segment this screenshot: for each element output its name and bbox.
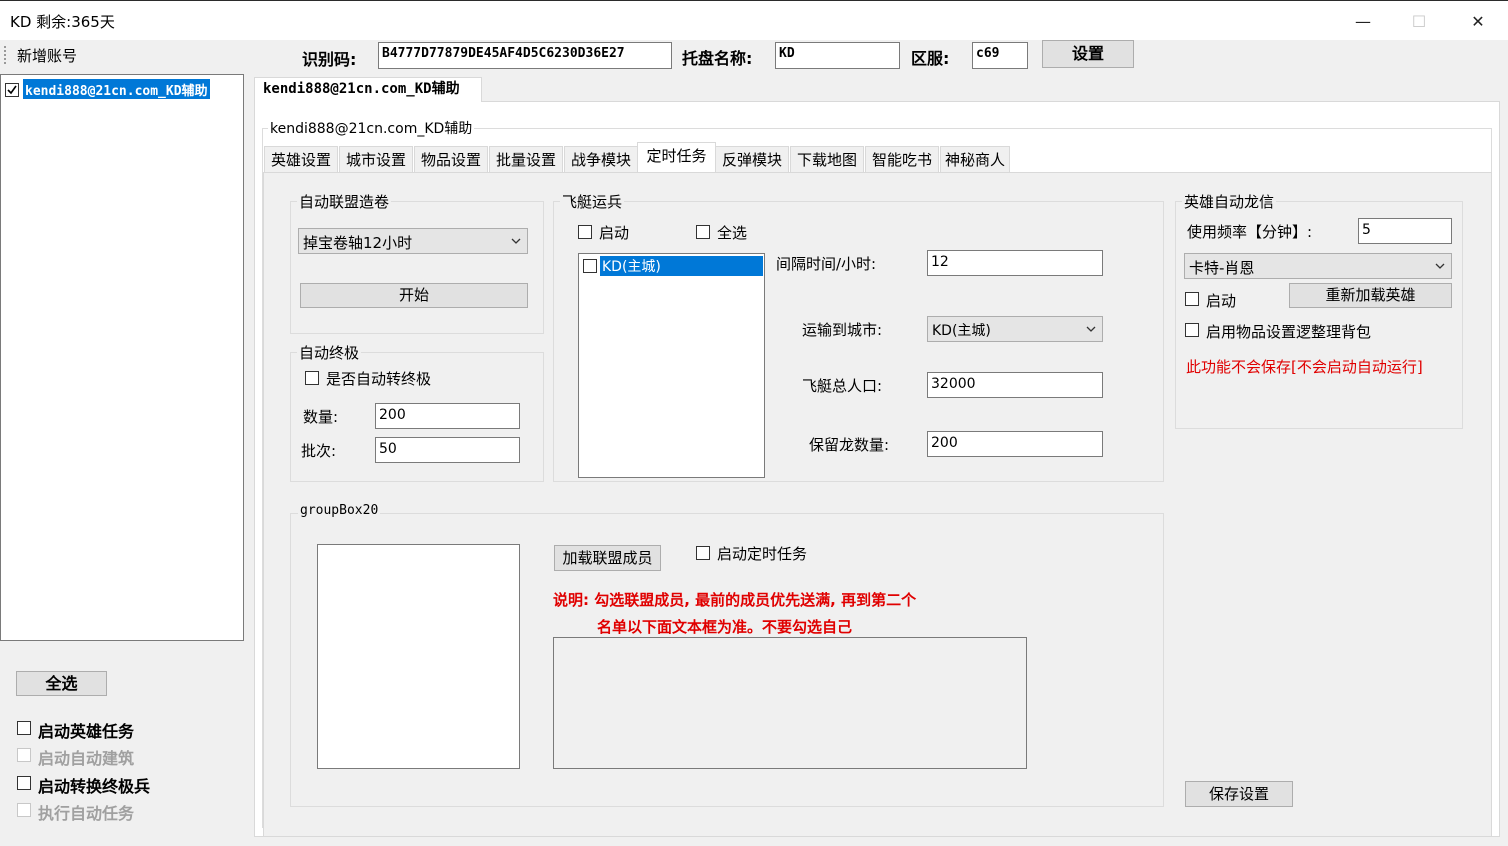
member-note-line1: 说明: 勾选联盟成员, 最前的成员优先送满, 再到第二个 — [553, 591, 917, 609]
auto-task-checkbox[interactable] — [17, 803, 31, 817]
account-tab[interactable]: kendi888@21cn.com_KD辅助 — [254, 77, 482, 102]
batch-input[interactable]: 50 — [375, 437, 520, 463]
alliance-scroll-group — [290, 201, 544, 334]
hero-dragon-start-label: 启动 — [1206, 292, 1237, 310]
quantity-label: 数量: — [303, 408, 339, 426]
hero-dragon-title: 英雄自动龙信 — [1182, 191, 1277, 212]
account-checkbox[interactable] — [5, 83, 19, 97]
airship-city-list[interactable]: KD(主城) — [578, 253, 765, 478]
hero-dragon-warning: 此功能不会保存[不会启动自动运行] — [1186, 358, 1423, 376]
account-list[interactable]: kendi888@21cn.com_KD辅助 — [0, 74, 244, 641]
population-input[interactable]: 32000 — [927, 372, 1103, 398]
hero-dropdown[interactable]: 卡特-肖恩 — [1184, 253, 1452, 279]
quantity-input[interactable]: 200 — [375, 403, 520, 429]
save-settings-button[interactable]: 保存设置 — [1185, 781, 1293, 807]
reserve-label: 保留龙数量: — [809, 436, 890, 454]
add-account-menu[interactable]: 新增账号 — [17, 45, 77, 66]
batch-label: 批次: — [301, 442, 337, 460]
group-box-20-title: groupBox20 — [298, 503, 381, 518]
tab-war-module[interactable]: 战争模块 — [564, 146, 638, 172]
start-timer-label: 启动定时任务 — [717, 545, 808, 563]
auto-convert-label: 是否自动转终极 — [326, 370, 432, 388]
tab-rebound-module[interactable]: 反弹模块 — [715, 146, 789, 172]
account-item-label[interactable]: kendi888@21cn.com_KD辅助 — [23, 79, 210, 99]
toolbar-grip — [4, 46, 6, 64]
airship-select-all-label: 全选 — [717, 224, 748, 242]
tab-mystery-merchant[interactable]: 神秘商人 — [940, 146, 1010, 172]
airship-start-checkbox[interactable] — [578, 225, 592, 239]
frequency-label: 使用频率【分钟】: — [1187, 223, 1313, 241]
tab-batch-settings[interactable]: 批量设置 — [489, 146, 563, 172]
chevron-down-icon — [1435, 263, 1445, 269]
host-name-field[interactable]: KD — [775, 42, 900, 69]
start-timer-checkbox[interactable] — [696, 546, 710, 560]
tab-item-settings[interactable]: 物品设置 — [414, 146, 488, 172]
auto-task-label: 执行自动任务 — [38, 804, 135, 823]
set-button[interactable]: 设置 — [1042, 40, 1134, 68]
frequency-input[interactable]: 5 — [1358, 218, 1452, 244]
title-bar: KD 剩余:365天 — ☐ ✕ — [0, 0, 1508, 40]
airship-title: 飞艇运兵 — [560, 191, 625, 212]
auto-build-checkbox[interactable] — [17, 748, 31, 762]
use-items-label: 启用物品设置逻整理背包 — [1206, 323, 1372, 341]
destination-dropdown[interactable]: KD(主城) — [927, 316, 1103, 342]
tab-hero-settings[interactable]: 英雄设置 — [264, 146, 338, 172]
chevron-down-icon — [511, 238, 521, 244]
city-item-label[interactable]: KD(主城) — [600, 256, 763, 276]
hero-value: 卡特-肖恩 — [1189, 259, 1255, 277]
window-title: KD 剩余:365天 — [10, 13, 115, 31]
start-scroll-button[interactable]: 开始 — [300, 283, 528, 308]
interval-label: 间隔时间/小时: — [776, 255, 877, 273]
convert-ultimate-label: 启动转换终极兵 — [38, 777, 151, 796]
hero-task-label: 启动英雄任务 — [38, 722, 135, 741]
check-icon — [7, 85, 17, 95]
minimize-button[interactable]: — — [1340, 7, 1386, 37]
load-members-button[interactable]: 加载联盟成员 — [554, 545, 661, 571]
tab-city-settings[interactable]: 城市设置 — [339, 146, 413, 172]
airship-start-label: 启动 — [599, 224, 630, 242]
destination-value: KD(主城) — [932, 323, 991, 339]
reload-hero-button[interactable]: 重新加载英雄 — [1289, 283, 1452, 308]
tab-download-map[interactable]: 下载地图 — [790, 146, 864, 172]
close-button[interactable]: ✕ — [1455, 7, 1501, 37]
id-code-label: 识别码: — [302, 50, 357, 69]
host-name-label: 托盘名称: — [682, 49, 753, 68]
tab-smart-books[interactable]: 智能吃书 — [865, 146, 939, 172]
city-checkbox[interactable] — [583, 259, 597, 273]
tab-timed-tasks[interactable]: 定时任务 — [637, 142, 716, 173]
chevron-down-icon — [1086, 326, 1096, 332]
auto-build-label: 启动自动建筑 — [38, 749, 135, 768]
destination-label: 运输到城市: — [802, 321, 883, 339]
select-all-accounts-button[interactable]: 全选 — [16, 671, 107, 696]
server-field[interactable]: c69 — [972, 42, 1028, 69]
alliance-scroll-title: 自动联盟造卷 — [297, 191, 392, 212]
hero-dragon-start-checkbox[interactable] — [1185, 292, 1199, 306]
member-note-line2: 名单以下面文本框为准。不要勾选自己 — [597, 618, 853, 636]
auto-convert-checkbox[interactable] — [305, 371, 319, 385]
member-names-textarea[interactable] — [553, 637, 1027, 769]
interval-input[interactable]: 12 — [927, 250, 1103, 276]
scroll-type-dropdown[interactable]: 掉宝卷轴12小时 — [298, 228, 528, 254]
auto-ultimate-title: 自动终极 — [297, 342, 362, 363]
account-group-title: kendi888@21cn.com_KD辅助 — [268, 118, 475, 138]
airship-select-all-checkbox[interactable] — [696, 225, 710, 239]
maximize-button[interactable]: ☐ — [1396, 7, 1442, 37]
use-items-checkbox[interactable] — [1185, 323, 1199, 337]
hero-task-checkbox[interactable] — [17, 721, 31, 735]
server-label: 区服: — [911, 49, 950, 68]
alliance-members-list[interactable] — [317, 544, 520, 769]
id-code-field[interactable]: B4777D77879DE45AF4D5C6230D36E27 — [378, 42, 672, 69]
convert-ultimate-checkbox[interactable] — [17, 776, 31, 790]
scroll-type-value: 掉宝卷轴12小时 — [303, 234, 413, 252]
reserve-input[interactable]: 200 — [927, 431, 1103, 457]
population-label: 飞艇总人口: — [802, 377, 883, 395]
